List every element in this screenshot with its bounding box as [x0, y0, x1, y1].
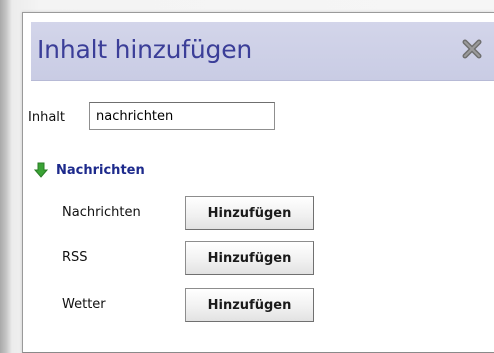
content-search-input[interactable]: [89, 102, 275, 130]
category-title: Nachrichten: [56, 162, 145, 178]
close-icon[interactable]: [459, 36, 485, 62]
feed-name: RSS: [62, 250, 88, 265]
content-label: Inhalt: [28, 110, 65, 125]
feed-name: Wetter: [62, 297, 106, 312]
add-wetter-button[interactable]: Hinzufügen: [185, 288, 314, 322]
dialog-titlebar[interactable]: Inhalt hinzufügen: [31, 22, 494, 81]
dialog-title: Inhalt hinzufügen: [37, 35, 253, 64]
green-down-arrow-icon: [33, 162, 49, 178]
add-rss-button[interactable]: Hinzufügen: [185, 241, 314, 275]
add-nachrichten-button[interactable]: Hinzufügen: [185, 196, 314, 230]
category-header[interactable]: Nachrichten: [33, 160, 145, 180]
feed-name: Nachrichten: [62, 205, 141, 220]
